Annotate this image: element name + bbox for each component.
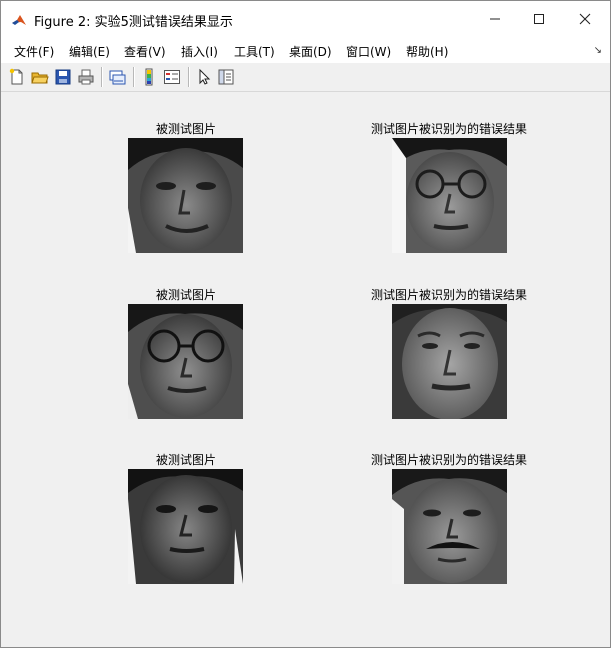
tested-face-image xyxy=(128,304,243,419)
subplot-title-misidentified: 测试图片被识别为的错误结果 xyxy=(371,122,528,136)
legend-icon[interactable] xyxy=(163,68,181,86)
menu-edit[interactable]: 编辑(E) xyxy=(69,43,110,60)
toolbar-separator xyxy=(133,67,135,87)
print-icon[interactable] xyxy=(77,68,95,86)
link-plot-icon[interactable] xyxy=(108,68,126,86)
toolbar-separator xyxy=(101,67,103,87)
misidentified-face-image xyxy=(392,138,507,253)
window-title: Figure 2: 实验5测试错误结果显示 xyxy=(34,15,233,30)
menu-window[interactable]: 窗口(W) xyxy=(346,43,391,60)
menu-help[interactable]: 帮助(H) xyxy=(406,43,448,60)
toolbar-separator xyxy=(188,67,190,87)
property-editor-icon[interactable] xyxy=(217,68,235,86)
figure-canvas[interactable]: 被测试图片 测试图片被识别为的错误结果 被测试图片 测试图片被识别为的错误结果 … xyxy=(6,93,604,642)
subplot-title-misidentified: 测试图片被识别为的错误结果 xyxy=(371,288,528,302)
misidentified-face-image xyxy=(392,469,507,584)
matlab-logo-icon xyxy=(11,12,27,28)
subplot-title-tested: 被测试图片 xyxy=(156,288,217,302)
figure-toolbar xyxy=(1,63,610,92)
save-icon[interactable] xyxy=(54,68,72,86)
menu-desktop[interactable]: 桌面(D) xyxy=(289,43,332,60)
figure-window: Figure 2: 实验5测试错误结果显示 文件(F) 编辑(E) 查看(V) … xyxy=(0,0,611,648)
close-icon xyxy=(579,13,591,25)
minimize-button[interactable] xyxy=(472,1,518,37)
dock-arrow-icon[interactable]: ↘ xyxy=(594,45,602,56)
new-figure-icon[interactable] xyxy=(8,68,26,86)
open-folder-icon[interactable] xyxy=(31,68,49,86)
colorbar-icon[interactable] xyxy=(140,68,158,86)
subplot-title-tested: 被测试图片 xyxy=(156,122,217,136)
menu-view[interactable]: 查看(V) xyxy=(124,43,166,60)
title-bar[interactable]: Figure 2: 实验5测试错误结果显示 xyxy=(1,1,610,37)
tested-face-image xyxy=(128,138,243,253)
maximize-button[interactable] xyxy=(516,1,562,37)
menu-bar: 文件(F) 编辑(E) 查看(V) 插入(I) 工具(T) 桌面(D) 窗口(W… xyxy=(1,37,610,63)
pointer-icon[interactable] xyxy=(195,68,213,86)
menu-file[interactable]: 文件(F) xyxy=(14,43,54,60)
misidentified-face-image xyxy=(392,304,507,419)
subplot-title-tested: 被测试图片 xyxy=(156,453,217,467)
tested-face-image xyxy=(128,469,243,584)
maximize-icon xyxy=(534,14,544,24)
close-button[interactable] xyxy=(562,1,608,37)
minimize-icon xyxy=(490,18,500,20)
menu-insert[interactable]: 插入(I) xyxy=(181,43,218,60)
subplot-title-misidentified: 测试图片被识别为的错误结果 xyxy=(371,453,528,467)
menu-tools[interactable]: 工具(T) xyxy=(234,43,275,60)
